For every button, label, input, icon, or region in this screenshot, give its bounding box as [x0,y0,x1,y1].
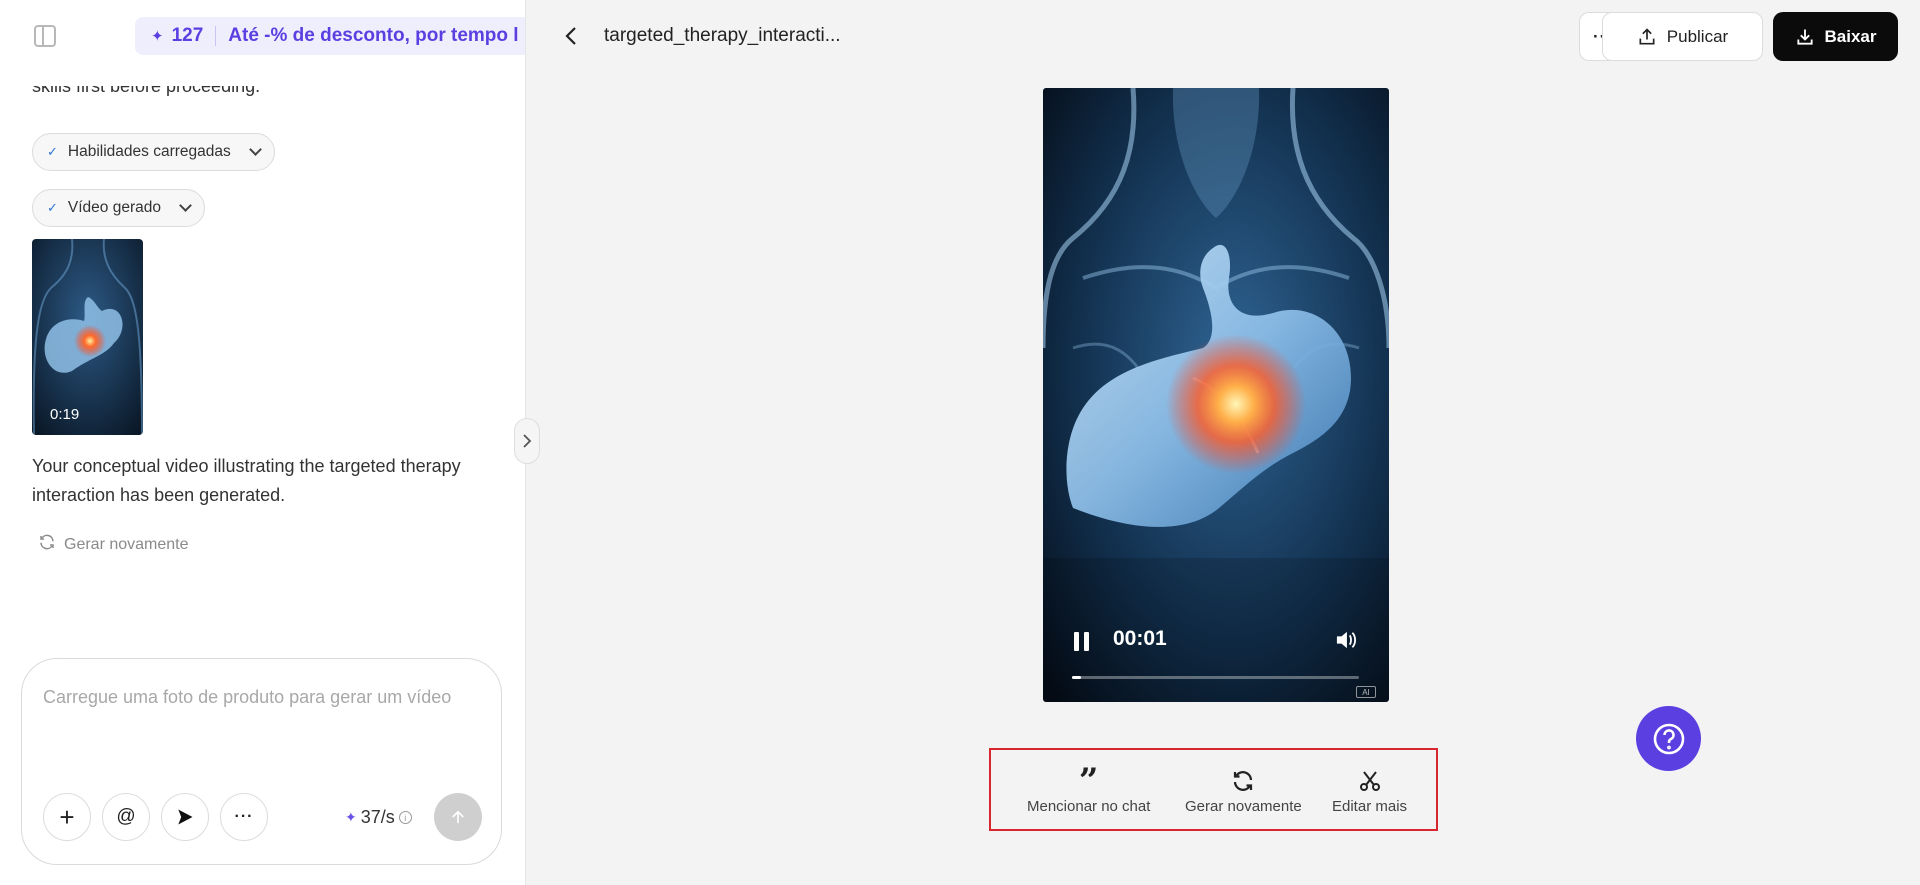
chat-panel: ✦ 127 Até -% de desconto, por tempo l sk… [0,0,526,885]
video-duration: 0:19 [50,406,80,423]
progress-fill [1072,676,1081,679]
regenerate-button[interactable]: Gerar novamente [1185,768,1302,815]
promo-divider [215,26,217,46]
volume-button[interactable] [1335,630,1357,655]
add-attachment-button[interactable]: + [43,793,91,841]
refresh-icon [38,533,56,556]
mention-in-chat-label: Mencionar no chat [1027,798,1151,815]
promo-text: Até -% de desconto, por tempo l [228,25,519,46]
edit-more-label: Editar mais [1332,798,1408,815]
pause-icon [1084,632,1089,651]
edit-more-button[interactable]: Editar mais [1332,768,1407,815]
prompt-input[interactable]: Carregue uma foto de produto para gerar … [43,687,451,708]
promo-credits: 127 [171,25,204,46]
upload-icon [1637,27,1657,47]
scissors-icon [1358,768,1382,794]
prompt-composer: Carregue uma foto de produto para gerar … [21,658,502,865]
message-partial-text: skills first before proceeding. [32,76,261,96]
sparkle-icon: ✦ [345,809,357,825]
arrow-up-icon [452,810,464,823]
chevron-down-icon [248,143,262,156]
more-icon: ··· [234,808,254,825]
mention-in-chat-button[interactable]: ” Mencionar no chat [1027,761,1151,815]
video-action-bar: ” Mencionar no chat Gerar novamente Edit… [989,748,1438,831]
mention-button[interactable]: @ [102,793,150,841]
back-arrow-icon [565,27,576,45]
info-icon[interactable]: i [398,811,412,824]
publish-button[interactable]: Publicar [1602,12,1763,61]
video-thumbnail[interactable]: 0:19 [32,239,143,435]
quote-icon: ” [1078,761,1099,801]
download-button[interactable]: Baixar [1773,12,1898,61]
regenerate-label: Gerar novamente [1185,798,1302,815]
thumbnail-image [32,239,143,435]
chevron-right-icon [523,434,532,448]
video-generated-label: Vídeo gerado [67,199,161,216]
skills-loaded-label: Habilidades carregadas [67,143,231,160]
pause-icon [1074,632,1079,651]
assistant-message: Your conceptual video illustrating the t… [32,456,461,505]
video-frame [1043,88,1389,702]
send-button[interactable] [434,793,482,841]
progress-track[interactable] [1072,676,1359,679]
video-player[interactable]: 00:01 AI [1043,88,1389,702]
plus-icon: + [59,802,75,832]
regenerate-label: Gerar novamente [64,535,189,553]
credit-rate: 37/s [360,807,395,827]
help-button[interactable] [1636,706,1701,771]
credit-cost: ✦ 37/s i [345,807,412,828]
pause-button[interactable] [1074,632,1089,651]
sidebar-toggle-icon[interactable] [34,25,56,47]
video-generated-pill[interactable]: ✓ Vídeo gerado [32,189,205,227]
more-options-button[interactable]: ··· [220,793,268,841]
at-icon: @ [116,806,136,827]
skills-loaded-pill[interactable]: ✓ Habilidades carregadas [32,133,275,171]
send-arrow-icon [178,809,193,825]
agent-mode-button[interactable] [161,793,209,841]
page-title: targeted_therapy_interacti... [604,25,841,46]
ai-badge: AI [1356,686,1376,698]
download-icon [1795,27,1815,47]
playback-time: 00:01 [1113,627,1167,650]
back-button[interactable] [560,24,582,48]
volume-icon [1336,631,1356,649]
chevron-down-icon [179,199,192,212]
download-label: Baixar [1824,26,1877,46]
help-icon [1653,723,1684,754]
check-icon: ✓ [47,200,58,215]
regenerate-link[interactable]: Gerar novamente [38,533,189,556]
refresh-icon [1231,768,1255,794]
publish-label: Publicar [1666,26,1729,46]
sparkle-icon: ✦ [151,28,164,45]
panel-collapse-handle[interactable] [514,418,540,464]
promo-banner[interactable]: ✦ 127 Até -% de desconto, por tempo l [135,17,525,55]
check-icon: ✓ [47,144,58,159]
